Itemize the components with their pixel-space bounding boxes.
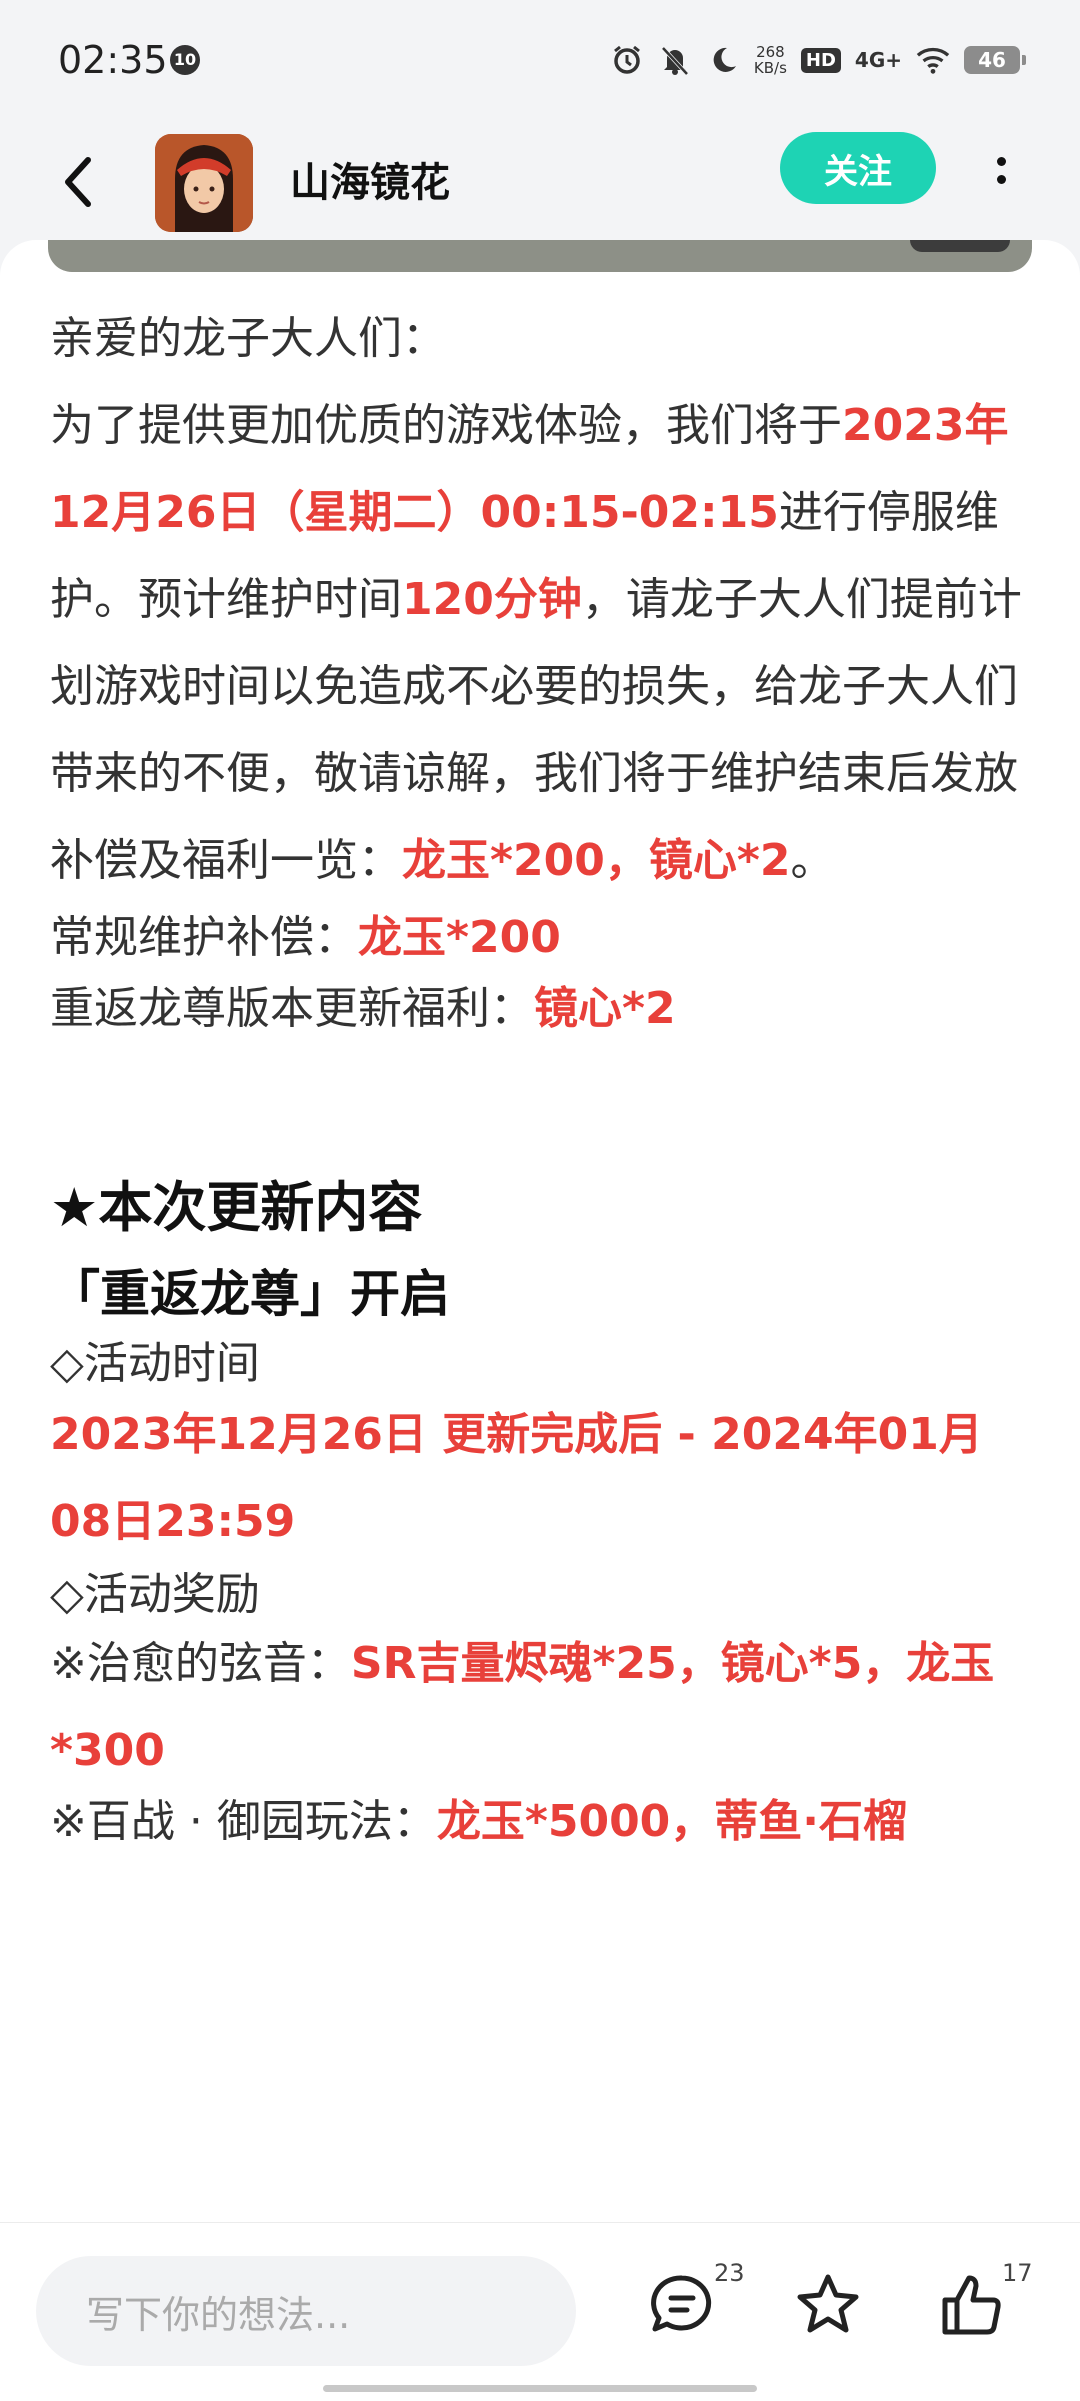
reward-line-2: ※百战 · 御园玩法：龙玉*5000，蒂鱼·石榴: [50, 1778, 1040, 1865]
like-button[interactable]: [932, 2265, 1012, 2345]
wifi-icon: [916, 43, 950, 77]
more-options-button[interactable]: [978, 140, 1024, 200]
post-content-card: 亲爱的龙子大人们： 为了提供更加优质的游戏体验，我们将于2023年12月26日（…: [0, 240, 1080, 2240]
star-icon: [797, 2274, 859, 2333]
comment-count: 23: [714, 2259, 745, 2287]
maintenance-duration: 120分钟: [402, 574, 582, 625]
app-header: 山海镜花 关注: [0, 120, 1080, 250]
network-type: 4G+: [854, 48, 902, 72]
battery-indicator: 46: [964, 46, 1026, 74]
mute-bell-icon: [658, 43, 692, 77]
text-segment: 为了提供更加优质的游戏体验，我们将于: [50, 400, 842, 451]
greeting-text: 亲爱的龙子大人们：: [50, 313, 446, 364]
more-dot-icon: [996, 156, 1006, 166]
section-title: ★本次更新内容: [50, 1176, 423, 1239]
network-speed: 268 KB/s: [754, 44, 787, 76]
bonus-label: 重返龙尊版本更新福利：: [50, 983, 534, 1034]
thumbs-up-icon: [942, 2275, 1001, 2335]
header-image-fragment: [48, 240, 1032, 272]
comment-icon: [651, 2275, 712, 2332]
reward-label: ※百战 · 御园玩法：: [50, 1796, 437, 1847]
more-dot-icon: [996, 174, 1006, 184]
notification-count-badge: 10: [170, 45, 200, 75]
status-bar: 02:35 10 268 KB/s HD 4G+ 46: [0, 0, 1080, 120]
page-title: 山海镜花: [290, 160, 450, 206]
back-button[interactable]: [48, 142, 108, 222]
bottom-action-bar: 写下你的想法... 23 17: [0, 2222, 1080, 2401]
reward-label: ※治愈的弦音：: [50, 1638, 351, 1689]
bonus-line: 重返龙尊版本更新福利：镜心*2: [50, 965, 1040, 1052]
comment-input[interactable]: 写下你的想法...: [36, 2256, 576, 2366]
follow-button[interactable]: 关注: [780, 132, 936, 204]
compensation-value: 龙玉*200: [358, 912, 561, 963]
text-segment: 。: [790, 835, 835, 886]
network-speed-value: 268: [756, 43, 785, 61]
status-time: 02:35: [58, 38, 168, 82]
compensation-label: 常规维护补偿：: [50, 912, 358, 963]
chevron-left-icon: [65, 157, 91, 207]
bonus-value: 镜心*2: [534, 983, 676, 1034]
game-avatar[interactable]: [155, 134, 253, 232]
like-count: 17: [1002, 2259, 1033, 2287]
home-indicator[interactable]: [323, 2385, 757, 2392]
status-icons: 268 KB/s HD 4G+ 46: [610, 38, 1026, 82]
reward-line-1: ※治愈的弦音：SR吉量烬魂*25，镜心*5，龙玉*300: [50, 1620, 1040, 1794]
post-body: 亲爱的龙子大人们： 为了提供更加优质的游戏体验，我们将于2023年12月26日（…: [50, 295, 1040, 1865]
activity-time-value: 2023年12月26日 更新完成后 - 2024年01月08日23:59: [50, 1409, 983, 1547]
maintenance-paragraph: 为了提供更加优质的游戏体验，我们将于2023年12月26日（星期二）00:15-…: [50, 382, 1040, 904]
favorite-button[interactable]: [788, 2265, 868, 2345]
compensation-summary: 龙玉*200，镜心*2: [402, 835, 791, 886]
hd-badge: HD: [800, 47, 841, 73]
reward-value: 龙玉*5000，蒂鱼·石榴: [436, 1796, 908, 1847]
comment-button[interactable]: [642, 2265, 722, 2345]
network-speed-unit: KB/s: [753, 59, 787, 77]
alarm-icon: [610, 43, 644, 77]
moon-icon: [706, 43, 740, 77]
image-overlay: [910, 240, 1010, 252]
